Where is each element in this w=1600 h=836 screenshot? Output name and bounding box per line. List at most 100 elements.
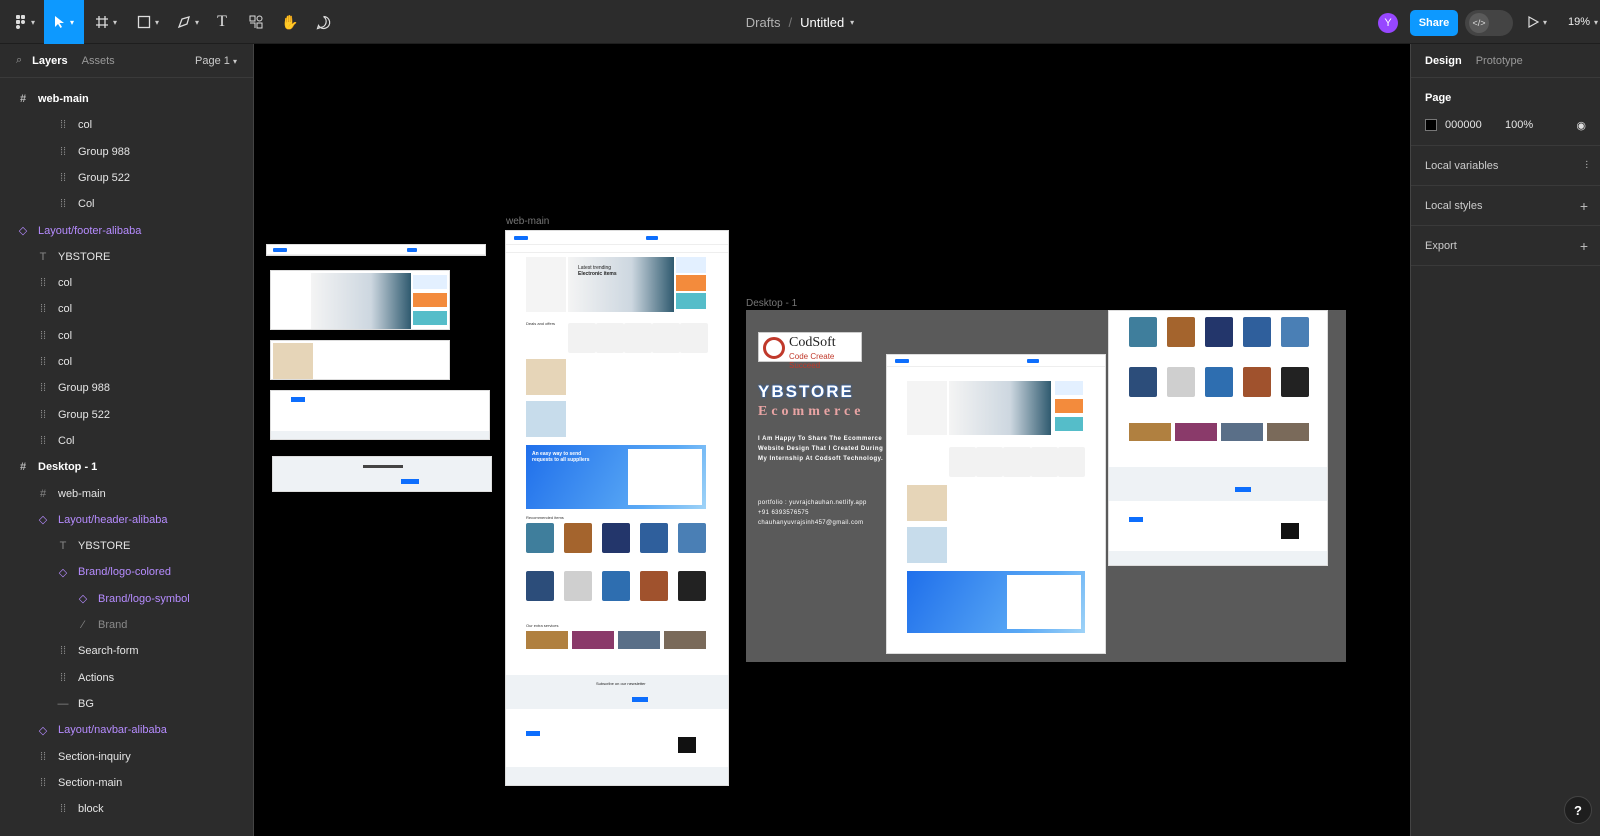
zoom-level[interactable]: 19% ▾ [1568, 0, 1598, 44]
comment-tool-button[interactable] [311, 0, 335, 44]
page-color-value[interactable]: 000000 [1445, 119, 1505, 131]
figma-logo-icon [15, 15, 25, 29]
web-main-frame[interactable]: Latest trending Electronic items Deals an… [505, 230, 729, 786]
layer-label: Col [58, 434, 75, 447]
text-icon: T [217, 13, 227, 30]
group-icon: ⁞⁞ [59, 803, 67, 816]
desktop-page-mock[interactable] [886, 354, 1106, 654]
layer-row[interactable]: ⁞⁞ Col [0, 428, 253, 454]
breadcrumb-separator: / [788, 14, 793, 30]
layer-row[interactable]: ⁞⁞ block [0, 796, 253, 822]
layer-row[interactable]: ⁞⁞ Search-form [0, 638, 253, 664]
shape-tool-button[interactable]: ▾ [132, 0, 164, 44]
fragment-newsletter[interactable] [272, 456, 492, 492]
layer-label: Layout/navbar-alibaba [58, 724, 167, 737]
layer-label: Brand/logo-symbol [98, 592, 190, 605]
present-button[interactable]: ▾ [1528, 0, 1547, 44]
layer-row[interactable]: ⁞⁞ Group 522 [0, 402, 253, 428]
avatar[interactable]: Y [1378, 13, 1398, 33]
page-color-swatch[interactable] [1425, 119, 1437, 131]
help-button[interactable]: ? [1564, 796, 1592, 824]
mock-hero-line2: Electronic items [578, 271, 617, 277]
canvas[interactable]: web-main Latest trending Electronic items… [254, 44, 1410, 836]
layer-row[interactable]: ◇ Brand/logo-symbol [0, 586, 253, 612]
layer-row[interactable]: ⁞⁞ Group 988 [0, 139, 253, 165]
group-icon: ⁞⁞ [59, 145, 67, 158]
layer-row[interactable]: ⁞⁞ Group 988 [0, 375, 253, 401]
frame-tool-button[interactable]: ▾ [90, 0, 122, 44]
layer-row[interactable]: ⁞⁞ Col [0, 191, 253, 217]
frame-label-web-main[interactable]: web-main [506, 216, 549, 227]
main-menu-button[interactable]: ▾ [8, 0, 42, 44]
file-name[interactable]: Untitled [800, 15, 844, 30]
layer-label: col [78, 119, 93, 132]
group-icon: ⁞⁞ [39, 329, 47, 342]
codsoft-logo: CodSoft Code Create Succeed [758, 332, 862, 370]
layer-row[interactable]: ◇ Brand/logo-colored [0, 559, 253, 585]
tab-assets[interactable]: Assets [82, 55, 115, 67]
text-layer-icon: T [39, 250, 47, 263]
layer-label: Desktop - 1 [38, 461, 98, 474]
layer-row[interactable]: ◇ Layout/navbar-alibaba [0, 717, 253, 743]
local-styles-section: Local styles + [1411, 186, 1600, 226]
mock-services-label: Our extra services [526, 623, 559, 628]
dev-mode-toggle[interactable]: </> [1465, 10, 1513, 36]
layer-row[interactable]: ⁞⁞ col [0, 349, 253, 375]
eye-icon[interactable]: ◉ [1576, 119, 1586, 132]
desktop-page-fragment[interactable] [1108, 310, 1328, 566]
layer-row[interactable]: T YBSTORE [0, 533, 253, 559]
layer-row[interactable]: ⁞⁞ col [0, 296, 253, 322]
tab-prototype[interactable]: Prototype [1476, 55, 1523, 67]
fragment-hero[interactable] [270, 270, 450, 330]
page-selector[interactable]: Page 1 ▾ [195, 55, 237, 67]
layer-row[interactable]: ⁞⁞ col [0, 323, 253, 349]
text-tool-button[interactable]: T [210, 0, 234, 44]
play-icon [1528, 16, 1539, 28]
desktop-1-frame[interactable]: CodSoft Code Create Succeed YBSTORE Ecom… [746, 310, 1346, 662]
layer-row[interactable]: # web-main [0, 86, 253, 112]
layer-row[interactable]: — BG [0, 691, 253, 717]
layer-row[interactable]: ⁞⁞ Section-inquiry [0, 744, 253, 770]
share-button[interactable]: Share [1410, 10, 1458, 36]
pen-tool-button[interactable]: ▾ [172, 0, 204, 44]
tab-design[interactable]: Design [1425, 55, 1462, 67]
layer-label: col [58, 329, 73, 342]
layer-label: Group 988 [58, 382, 110, 395]
mock-inquiry-line2: requests to all suppliers [532, 457, 590, 463]
sliders-icon[interactable]: ⫶ [1585, 159, 1588, 172]
layer-row[interactable]: ◇ Layout/footer-alibaba [0, 218, 253, 244]
search-icon[interactable]: ⌕ [16, 54, 22, 67]
layer-row[interactable]: ⁞⁞ Actions [0, 665, 253, 691]
layer-label: YBSTORE [78, 540, 131, 553]
layer-row[interactable]: ⁞⁞ col [0, 112, 253, 138]
layer-row[interactable]: ⁞⁞ Group 522 [0, 165, 253, 191]
layer-label: Col [78, 198, 95, 211]
chevron-down-icon[interactable]: ▾ [850, 18, 854, 27]
layer-row[interactable]: # Desktop - 1 [0, 454, 253, 480]
hand-tool-button[interactable]: ✋ [278, 0, 302, 44]
component-icon: ◇ [38, 724, 48, 737]
local-variables-section[interactable]: Local variables ⫶ [1411, 146, 1600, 186]
move-tool-button[interactable]: ▾ [44, 0, 84, 44]
fragment-footer[interactable] [270, 390, 490, 440]
fragment-header[interactable] [266, 244, 486, 256]
page-opacity-value[interactable]: 100% [1505, 119, 1533, 131]
figma-app: ▾ ▾ ▾ ▾ ▾ T ✋ Drafts / Untitled ▾ Y Shar… [0, 0, 1600, 836]
intro-text: I Am Happy To Share The Ecommerce Websit… [758, 436, 884, 462]
layer-row[interactable]: ◇ Layout/header-alibaba [0, 507, 253, 533]
breadcrumb-project[interactable]: Drafts [746, 15, 781, 30]
tab-layers[interactable]: Layers [32, 55, 67, 67]
page-section-title: Page [1425, 92, 1452, 104]
add-export-icon[interactable]: + [1580, 238, 1588, 254]
group-icon: ⁞⁞ [59, 119, 67, 132]
mock-recommended-label: Recommended items [526, 515, 564, 520]
layer-row[interactable]: T YBSTORE [0, 244, 253, 270]
layer-row[interactable]: # web-main [0, 481, 253, 507]
resources-tool-button[interactable] [244, 0, 268, 44]
layer-row[interactable]: ⁞⁞ col [0, 270, 253, 296]
frame-label-desktop-1[interactable]: Desktop - 1 [746, 298, 797, 309]
layer-row[interactable]: ⁄ Brand [0, 612, 253, 638]
layer-row[interactable]: ⁞⁞ Section-main [0, 770, 253, 796]
add-style-icon[interactable]: + [1580, 198, 1588, 214]
fragment-category-block[interactable] [270, 340, 450, 380]
